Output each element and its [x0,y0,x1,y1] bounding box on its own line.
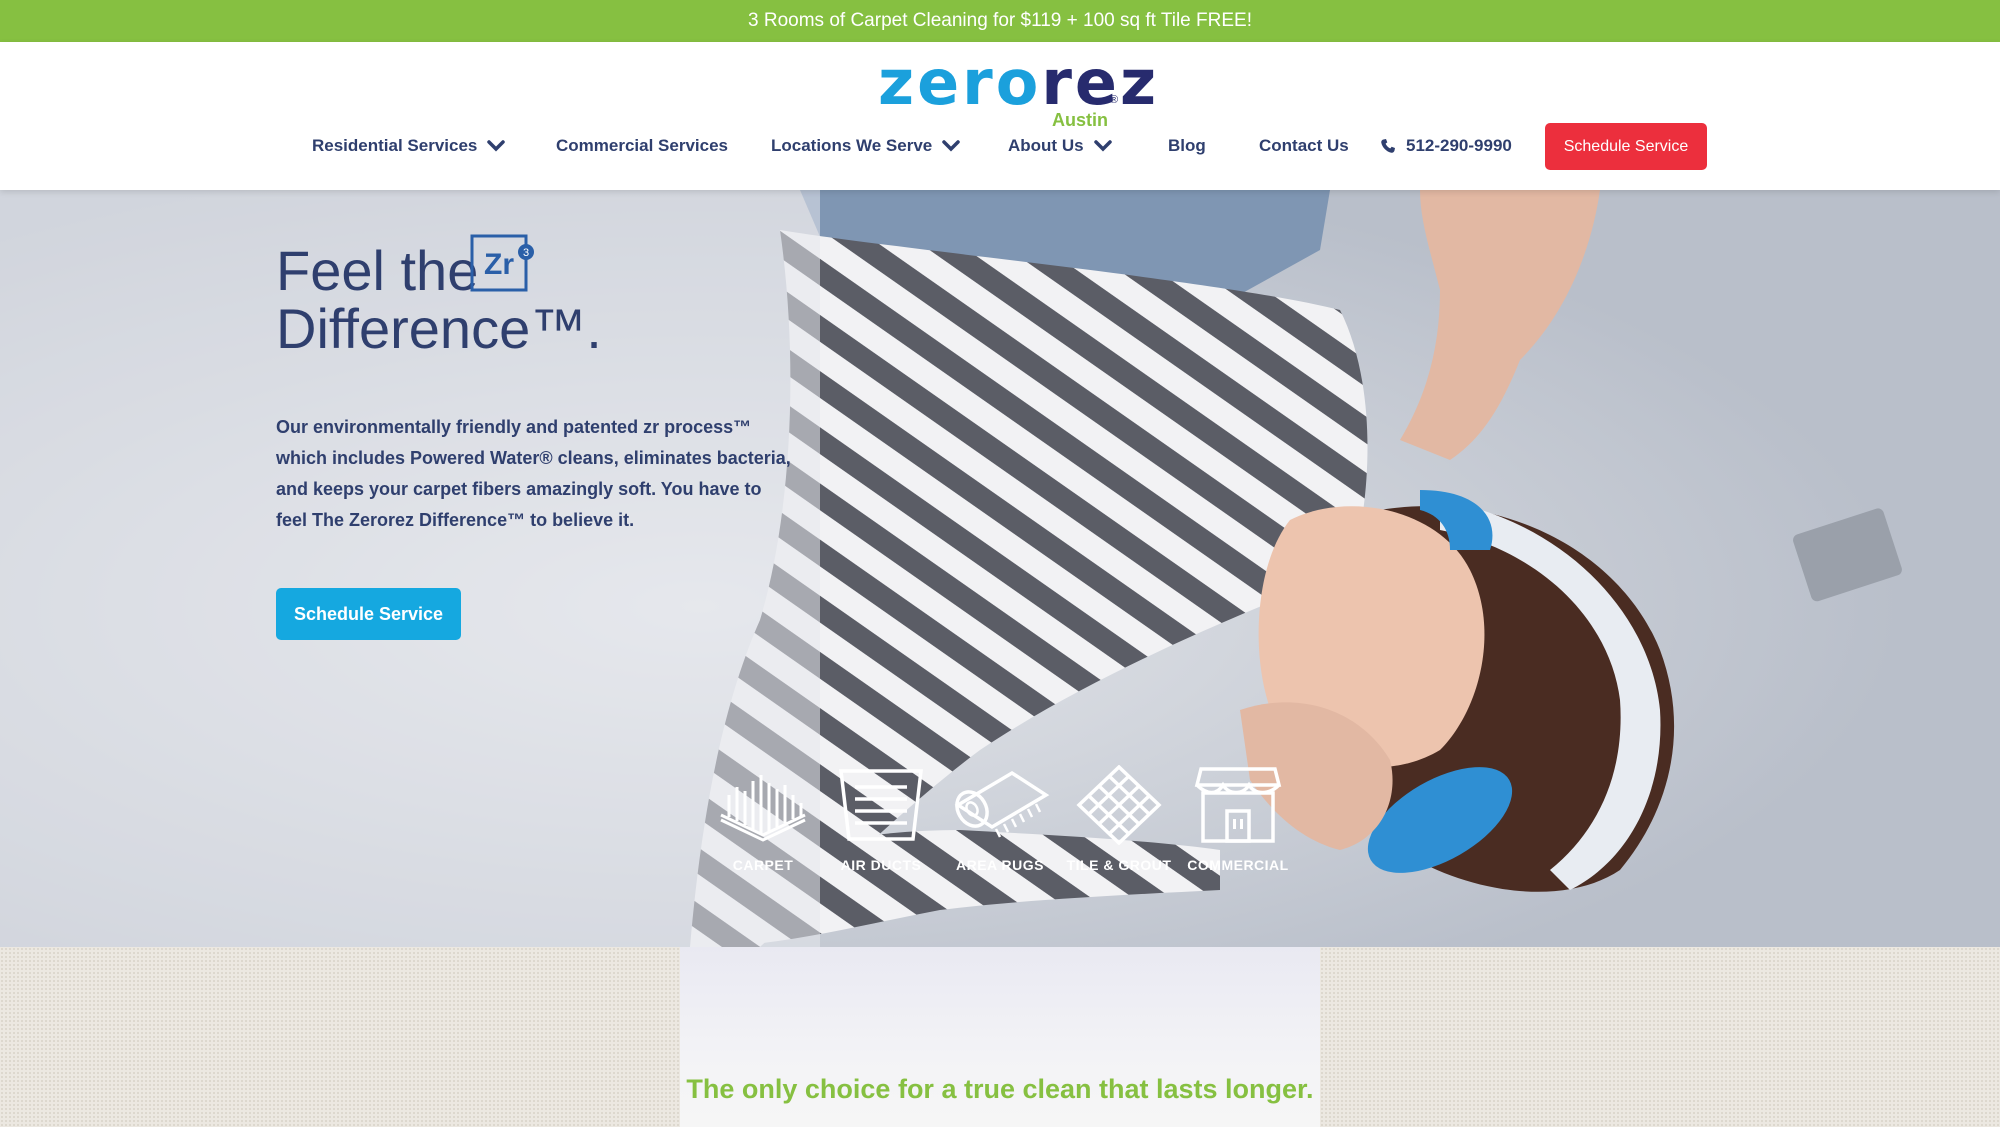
nav-about-us[interactable]: About Us [1008,136,1112,156]
zr-badge-text: Zr [484,248,514,281]
air-duct-icon [839,769,923,841]
tile-grout-icon [1076,765,1162,845]
zr3-badge-icon: Zr 3 [470,234,534,292]
chevron-down-icon [942,140,960,152]
nav-label: Locations We Serve [771,136,933,155]
phone-icon [1381,139,1395,153]
nav-locations-we-serve[interactable]: Locations We Serve [771,136,960,156]
service-links: CARPET AIR DUCTS AREA RUGS TILE & GROUT … [700,765,1300,900]
phone-number: 512-290-9990 [1406,136,1512,155]
promo-banner[interactable]: 3 Rooms of Carpet Cleaning for $119 + 10… [0,0,2000,42]
logo-wordmark: zerorez [878,46,1159,119]
carpet-icon [720,775,806,842]
nav-label: Blog [1168,136,1206,155]
storefront-icon [1194,767,1282,843]
site-header: zerorez ® Austin Residential Services Co… [0,42,2000,190]
hero-title-line1: Feel the [276,239,479,302]
zerorez-logo[interactable]: zerorez ® Austin [878,46,1156,132]
hero-section: Feel the Difference™. Zr 3 Our environme… [0,190,2000,947]
nav-label: Residential Services [312,136,478,155]
nav-contact-us[interactable]: Contact Us [1259,136,1349,156]
chevron-down-icon [1093,140,1112,152]
service-commercial[interactable]: COMMERCIAL [1178,765,1298,873]
logo-rez: rez [1041,46,1160,119]
nav-commercial-services[interactable]: Commercial Services [556,136,728,156]
service-label: CARPET [732,857,794,873]
chevron-down-icon [487,140,506,152]
service-label: AREA RUGS [956,857,1044,873]
phone-link[interactable]: 512-290-9990 [1380,136,1512,156]
hero-title: Feel the Difference™. [276,242,602,358]
hero-schedule-service-button[interactable]: Schedule Service [276,588,461,640]
logo-registered-mark: ® [1110,94,1119,106]
service-tile-grout[interactable]: TILE & GROUT [1059,765,1179,873]
service-carpet[interactable]: CARPET [703,765,823,873]
nav-residential-services[interactable]: Residential Services [312,136,506,156]
nav-blog[interactable]: Blog [1168,136,1206,156]
service-air-ducts[interactable]: AIR DUCTS [821,765,941,873]
schedule-service-button[interactable]: Schedule Service [1545,123,1707,170]
promo-text[interactable]: 3 Rooms of Carpet Cleaning for $119 + 10… [748,10,1252,32]
nav-label: Commercial Services [556,136,728,155]
zr-badge-superscript: 3 [523,247,529,259]
service-area-rugs[interactable]: AREA RUGS [940,765,1060,873]
nav-label: About Us [1008,136,1084,155]
logo-zero: zero [878,46,1042,119]
service-label: COMMERCIAL [1187,857,1289,873]
service-label: AIR DUCTS [840,857,922,873]
carpet-texture-band: The only choice for a true clean that la… [0,947,2000,1127]
tagline-heading: The only choice for a true clean that la… [686,1074,1314,1104]
nav-label: Contact Us [1259,136,1349,155]
hero-title-line2: Difference™. [276,297,602,360]
hero-description: Our environmentally friendly and patente… [276,417,791,530]
service-label: TILE & GROUT [1066,857,1172,873]
area-rug-icon [954,770,1050,838]
